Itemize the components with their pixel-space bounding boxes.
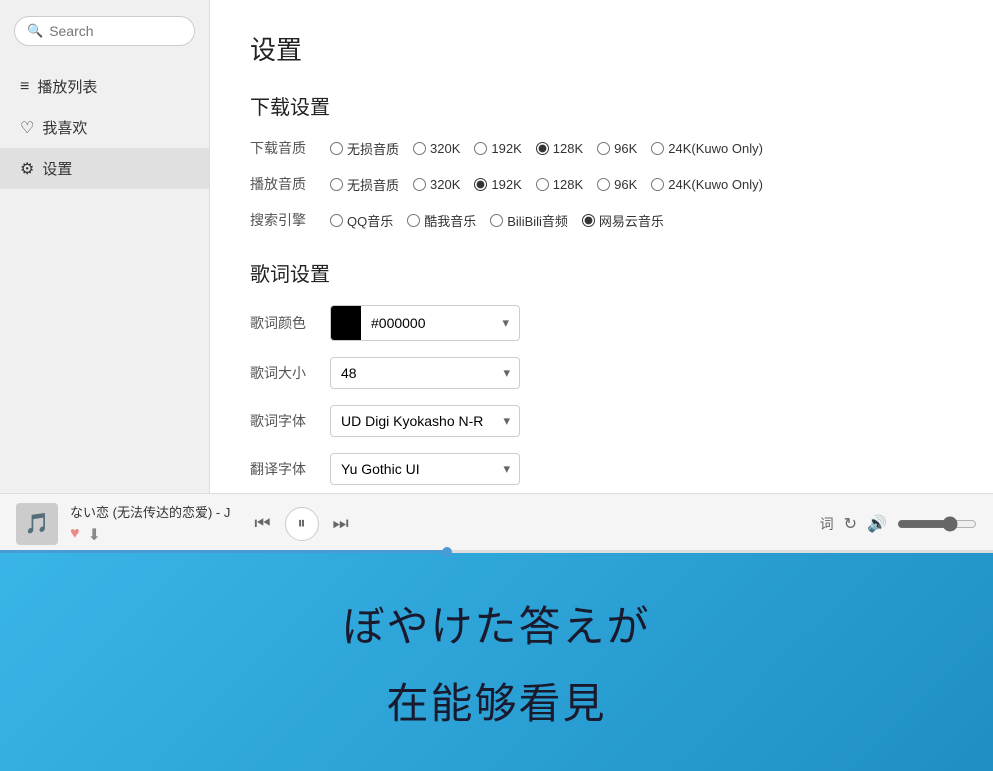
radio-netease[interactable]: 网易云音乐 xyxy=(582,211,664,230)
search-input[interactable] xyxy=(49,23,230,39)
radio-96k-dl[interactable]: 96K xyxy=(597,141,637,156)
list-icon: ≡ xyxy=(20,78,29,96)
radio-bilibili[interactable]: BiliBili音频 xyxy=(490,211,568,230)
track-controls: ⏮ ⏸ ⏭ xyxy=(250,507,352,541)
next-button[interactable]: ⏭ xyxy=(329,509,353,538)
track-name: ない恋 (无法传达的恋爱) - J xyxy=(70,502,230,521)
radio-128k-dl[interactable]: 128K xyxy=(536,141,583,156)
lyrics-color-select-wrapper: #000000 ▾ xyxy=(330,305,520,341)
album-art: 🎵 xyxy=(16,503,58,545)
lyrics-section-title: 歌词设置 xyxy=(250,258,953,287)
sidebar: 🔍 ✕ ≡ 播放列表 ♡ 我喜欢 ⚙ 设置 xyxy=(0,0,210,493)
search-icon: 🔍 xyxy=(27,23,43,39)
lyrics-font-label: 歌词字体 xyxy=(250,411,330,431)
radio-24k-pb[interactable]: 24K(Kuwo Only) xyxy=(651,177,763,192)
radio-128k-pb[interactable]: 128K xyxy=(536,177,583,192)
volume-icon: 🔊 xyxy=(867,514,887,534)
radio-lossless-dl[interactable]: 无损音质 xyxy=(330,139,399,158)
radio-320k-pb[interactable]: 320K xyxy=(413,177,460,192)
progress-fill xyxy=(0,550,447,553)
lyrics-size-row: 歌词大小 24 32 36 48 56 64 xyxy=(250,357,953,389)
lyrics-size-select[interactable]: 24 32 36 48 56 64 xyxy=(330,357,520,389)
download-section-title: 下载设置 xyxy=(250,91,953,120)
trans-font-label: 翻译字体 xyxy=(250,459,330,479)
track-info: ない恋 (无法传达的恋爱) - J ♥ ⬇ xyxy=(70,502,230,545)
search-engine-row: 搜索引擎 QQ音乐 酷我音乐 BiliBili音频 网易云音乐 xyxy=(250,210,953,230)
heart-button[interactable]: ♥ xyxy=(70,525,80,545)
lyrics-font-row: 歌词字体 UD Digi Kyokasho N-R Yu Gothic UI M… xyxy=(250,405,953,437)
radio-192k-dl[interactable]: 192K xyxy=(474,141,521,156)
lyrics-display-area: ぼやけた答えが 在能够看見 xyxy=(0,553,993,771)
lyrics-size-select-wrapper: 24 32 36 48 56 64 xyxy=(330,357,520,389)
radio-qq[interactable]: QQ音乐 xyxy=(330,211,393,230)
download-button[interactable]: ⬇ xyxy=(88,525,101,545)
lyrics-settings-section: 歌词设置 歌词颜色 #000000 ▾ 歌词大小 xyxy=(250,258,953,485)
playback-quality-group: 无损音质 320K 192K 128K 96K 24K(Kuwo Only) xyxy=(330,175,763,194)
sidebar-label-favorites: 我喜欢 xyxy=(42,117,87,138)
download-quality-row: 下载音质 无损音质 320K 192K 128K 96K 24K(Kuwo On… xyxy=(250,138,953,158)
radio-192k-pb[interactable]: 192K xyxy=(474,177,521,192)
sidebar-item-playlist[interactable]: ≡ 播放列表 xyxy=(0,66,209,107)
color-preview xyxy=(331,306,361,340)
main-content: 设置 下载设置 下载音质 无损音质 320K 192K 128K 96K 24K… xyxy=(210,0,993,493)
trans-font-select[interactable]: Yu Gothic UI MS Gothic Meiryo Arial xyxy=(330,453,520,485)
progress-dot[interactable] xyxy=(442,547,452,557)
radio-24k-dl[interactable]: 24K(Kuwo Only) xyxy=(651,141,763,156)
search-box[interactable]: 🔍 ✕ xyxy=(14,16,195,46)
download-quality-group: 无损音质 320K 192K 128K 96K 24K(Kuwo Only) xyxy=(330,139,763,158)
sidebar-label-playlist: 播放列表 xyxy=(37,76,97,97)
lyrics-font-select-wrapper: UD Digi Kyokasho N-R Yu Gothic UI MS Got… xyxy=(330,405,520,437)
sidebar-item-favorites[interactable]: ♡ 我喜欢 xyxy=(0,107,209,148)
lyric-line-2: 在能够看見 xyxy=(386,670,606,731)
gear-icon: ⚙ xyxy=(20,159,34,179)
lyrics-font-select[interactable]: UD Digi Kyokasho N-R Yu Gothic UI MS Got… xyxy=(330,405,520,437)
repeat-button[interactable]: ↻ xyxy=(844,514,857,534)
sidebar-item-settings[interactable]: ⚙ 设置 xyxy=(0,148,209,189)
trans-font-row: 翻译字体 Yu Gothic UI MS Gothic Meiryo Arial xyxy=(250,453,953,485)
page-title: 设置 xyxy=(250,30,953,67)
lyrics-color-row: 歌词颜色 #000000 ▾ xyxy=(250,305,953,341)
player-bar: 🎵 ない恋 (无法传达的恋爱) - J ♥ ⬇ ⏮ ⏸ ⏭ 词 ↻ 🔊 xyxy=(0,493,993,553)
volume-slider[interactable] xyxy=(897,516,977,532)
player-right-controls: 词 ↻ 🔊 xyxy=(820,514,977,534)
lyrics-size-label: 歌词大小 xyxy=(250,363,330,383)
playback-quality-label: 播放音质 xyxy=(250,174,330,194)
search-engine-group: QQ音乐 酷我音乐 BiliBili音频 网易云音乐 xyxy=(330,211,664,230)
trans-font-select-wrapper: Yu Gothic UI MS Gothic Meiryo Arial xyxy=(330,453,520,485)
play-pause-button[interactable]: ⏸ xyxy=(285,507,319,541)
radio-lossless-pb[interactable]: 无损音质 xyxy=(330,175,399,194)
playback-quality-row: 播放音质 无损音质 320K 192K 128K 96K 24K(Kuwo On… xyxy=(250,174,953,194)
lyric-line-1: ぼやけた答えが xyxy=(342,593,650,654)
sidebar-label-settings: 设置 xyxy=(42,158,72,179)
download-quality-label: 下载音质 xyxy=(250,138,330,158)
lyrics-color-select[interactable]: #000000 xyxy=(361,308,519,338)
lyrics-color-label: 歌词颜色 xyxy=(250,313,330,333)
download-settings-section: 下载设置 下载音质 无损音质 320K 192K 128K 96K 24K(Ku… xyxy=(250,91,953,230)
radio-96k-pb[interactable]: 96K xyxy=(597,177,637,192)
search-engine-label: 搜索引擎 xyxy=(250,210,330,230)
radio-kuwo[interactable]: 酷我音乐 xyxy=(407,211,476,230)
prev-button[interactable]: ⏮ xyxy=(250,509,274,538)
heart-icon: ♡ xyxy=(20,118,34,138)
player-progress[interactable] xyxy=(0,550,993,553)
radio-320k-dl[interactable]: 320K xyxy=(413,141,460,156)
lyrics-button[interactable]: 词 xyxy=(820,514,834,534)
